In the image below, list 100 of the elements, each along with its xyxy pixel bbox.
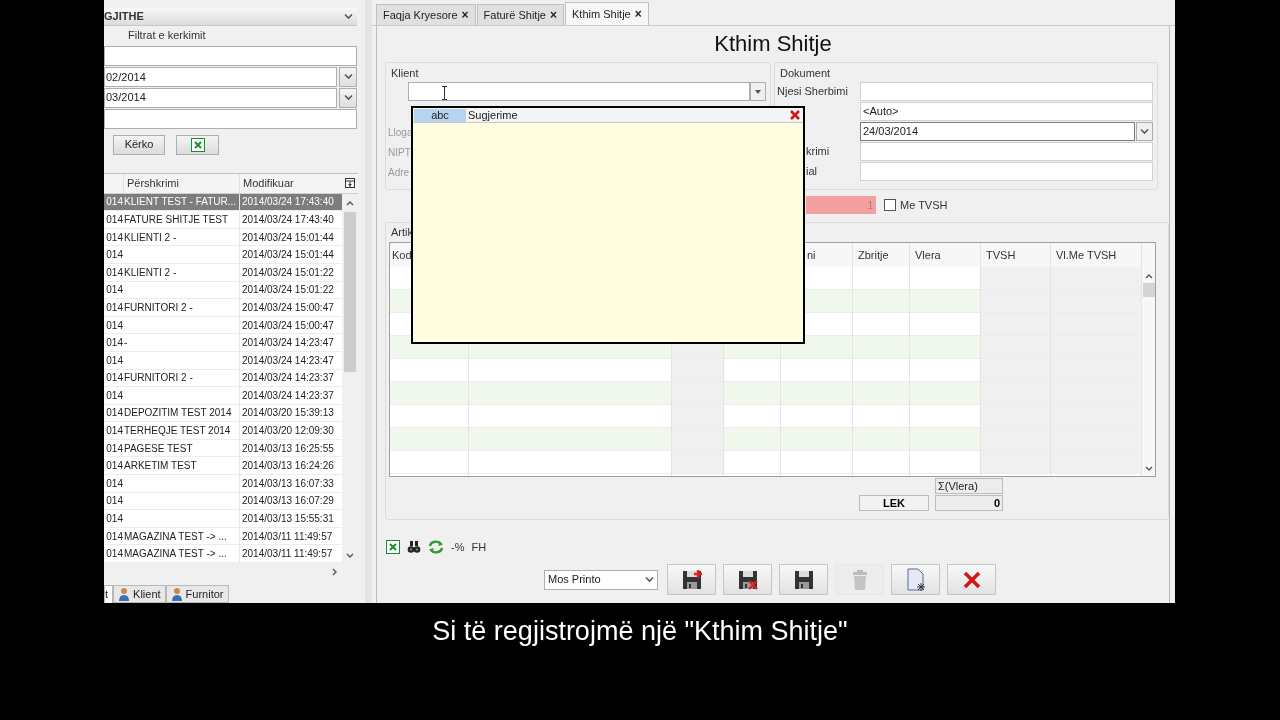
- table-row[interactable]: 014TERHEQJE TEST 2014 2014/03/20 12:09:30: [104, 422, 342, 440]
- tab[interactable]: Klient: [113, 584, 166, 603]
- table-cell[interactable]: [853, 428, 909, 451]
- toolbar-button[interactable]: [723, 564, 772, 595]
- table-cell[interactable]: [910, 428, 980, 451]
- table-cell[interactable]: [724, 428, 780, 451]
- table-cell[interactable]: [853, 336, 909, 359]
- tab[interactable]: Furnitor: [165, 584, 229, 603]
- table-cell-text: PAGESE TEST: [124, 441, 193, 456]
- table-row[interactable]: 014 2014/03/24 14:23:37: [104, 387, 342, 405]
- splitter[interactable]: [365, 0, 372, 603]
- table-row[interactable]: 014FATURE SHITJE TEST 2014/03/24 17:43:40: [104, 211, 342, 229]
- spreadsheet-icon[interactable]: [386, 540, 400, 554]
- table-cell[interactable]: [469, 382, 671, 405]
- close-icon[interactable]: ×: [634, 5, 642, 23]
- table-row[interactable]: 014ARKETIM TEST 2014/03/13 16:24:26: [104, 457, 342, 476]
- table-cell[interactable]: [672, 405, 723, 428]
- filter-title: Filtrat e kerkimit: [128, 28, 206, 44]
- table-cell[interactable]: [853, 382, 909, 405]
- table-cell[interactable]: [724, 382, 780, 405]
- date-field[interactable]: 02/2014: [104, 66, 337, 87]
- input-field[interactable]: [104, 45, 357, 66]
- dropdown-button[interactable]: [339, 87, 357, 108]
- dropdown-button[interactable]: [339, 66, 357, 87]
- tab[interactable]: Faturë Shitje ×: [476, 4, 564, 25]
- checkbox[interactable]: [884, 199, 896, 211]
- export-button[interactable]: [176, 134, 219, 155]
- close-icon[interactable]: ×: [461, 6, 469, 24]
- toolbar-button[interactable]: [779, 564, 828, 595]
- table-cell[interactable]: [981, 428, 1050, 451]
- table-cell[interactable]: [672, 359, 723, 382]
- column-header[interactable]: Modifikuar: [239, 173, 342, 193]
- table-cell-text: DEPOZITIM TEST 2014: [124, 406, 232, 421]
- input-field[interactable]: [860, 82, 1153, 101]
- column-header[interactable]: Zbritje: [853, 243, 909, 267]
- column-header[interactable]: TVSH: [981, 243, 1050, 267]
- input-field[interactable]: [408, 82, 750, 101]
- input-field[interactable]: [860, 162, 1153, 181]
- print-select[interactable]: Mos Printo: [544, 569, 658, 590]
- table-cell[interactable]: [469, 428, 671, 451]
- table-cell[interactable]: [781, 428, 852, 451]
- table-row[interactable]: 014 2014/03/24 15:01:44: [104, 246, 342, 264]
- column-header[interactable]: Vlera: [910, 243, 980, 267]
- table-row[interactable]: 014 2014/03/13 16:07:33: [104, 475, 342, 493]
- date-field[interactable]: 24/03/2014: [860, 122, 1135, 141]
- table-cell[interactable]: [390, 382, 468, 405]
- toolbar-button[interactable]: -%: [451, 538, 465, 556]
- input-field[interactable]: <Auto>: [860, 102, 1153, 121]
- table-cell[interactable]: [981, 267, 1050, 290]
- column-header[interactable]: Vl.Me TVSH: [1051, 243, 1141, 267]
- table-cell[interactable]: [672, 428, 723, 451]
- dropdown-button[interactable]: [1136, 122, 1153, 141]
- input-field[interactable]: [104, 108, 357, 129]
- column-header[interactable]: Përshkrimi: [123, 173, 239, 193]
- table-cell[interactable]: [781, 382, 852, 405]
- table-cell[interactable]: [981, 405, 1050, 428]
- table-cell[interactable]: [672, 451, 723, 474]
- table-cell[interactable]: [981, 451, 1050, 474]
- table-cell-text: 014: [106, 230, 123, 245]
- table-cell-text: 2014/03/13 15:55:31: [242, 512, 334, 527]
- table-cell[interactable]: [981, 290, 1050, 313]
- table-row[interactable]: 014MAGAZINA TEST -> ... 2014/03/11 11:49:57: [104, 545, 342, 564]
- table-cell[interactable]: [981, 359, 1050, 382]
- table-cell-text: 2014/03/20 15:39:13: [242, 406, 334, 421]
- table-cell[interactable]: [981, 313, 1050, 336]
- table-cell[interactable]: [981, 336, 1050, 359]
- toolbar-button[interactable]: [667, 564, 716, 595]
- table-cell[interactable]: [910, 336, 980, 359]
- section-header[interactable]: GJITHE: [104, 8, 357, 26]
- scroll-thumb[interactable]: [344, 211, 356, 372]
- dropdown-button[interactable]: [750, 82, 766, 101]
- close-icon[interactable]: [789, 109, 801, 121]
- table-row[interactable]: 014 2014/03/13 15:55:31: [104, 510, 342, 528]
- table-cell-text: 2014/03/13 16:24:26: [242, 459, 334, 474]
- table-row[interactable]: 014FURNITORI 2 - 2014/03/24 15:00:47: [104, 299, 342, 317]
- table-cell[interactable]: [1051, 451, 1141, 474]
- table-cell-text: KLIENTI 2 -: [124, 230, 177, 245]
- vertical-scrollbar[interactable]: [1142, 243, 1155, 476]
- refresh-icon[interactable]: [428, 540, 444, 554]
- table-cell-text: 014: [106, 459, 123, 474]
- toolbar-button[interactable]: [947, 564, 996, 595]
- table-cell[interactable]: [672, 382, 723, 405]
- table-cell[interactable]: [981, 382, 1050, 405]
- currency-button[interactable]: LEK: [859, 495, 929, 511]
- date-field[interactable]: 03/2014: [104, 87, 337, 108]
- search-button[interactable]: Kërko: [113, 134, 165, 155]
- tab[interactable]: Kthim Shitje ×: [565, 2, 649, 25]
- table-cell[interactable]: [390, 428, 468, 451]
- save-add-icon: [680, 568, 703, 591]
- table-row[interactable]: 014- 2014/03/24 14:23:47: [104, 334, 342, 352]
- caret-down-icon: [755, 89, 761, 94]
- table-cell[interactable]: [910, 290, 980, 313]
- scroll-thumb[interactable]: [1142, 283, 1155, 297]
- binoculars-icon[interactable]: [407, 540, 421, 554]
- toolbar-button[interactable]: FH: [471, 538, 487, 556]
- table-cell[interactable]: [853, 290, 909, 313]
- close-icon[interactable]: ×: [550, 6, 557, 24]
- tab[interactable]: Faqja Kryesore ×: [376, 4, 476, 25]
- input-field[interactable]: [860, 142, 1153, 161]
- table-cell[interactable]: [910, 382, 980, 405]
